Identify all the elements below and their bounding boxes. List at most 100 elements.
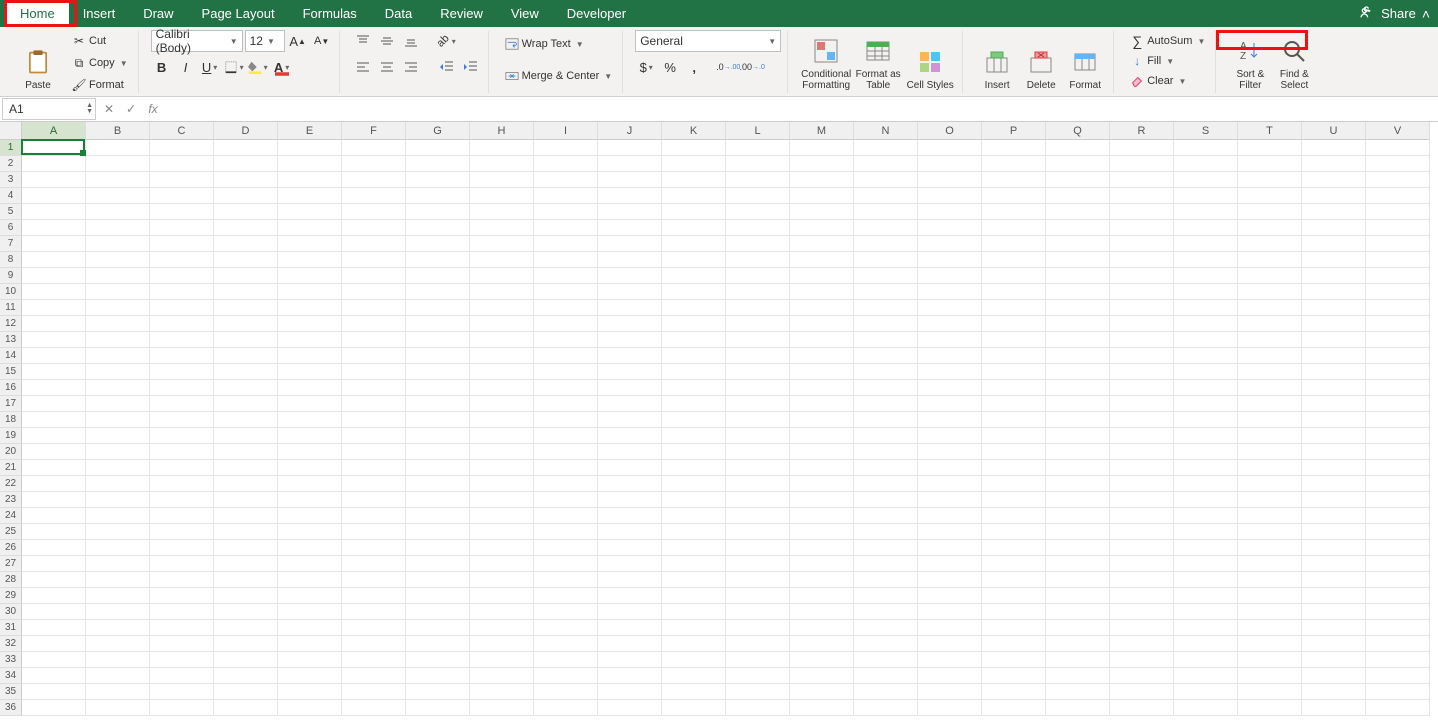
column-header[interactable]: U: [1302, 122, 1366, 140]
cell[interactable]: [214, 348, 278, 364]
cell[interactable]: [662, 364, 726, 380]
cell[interactable]: [1238, 348, 1302, 364]
cell[interactable]: [726, 252, 790, 268]
cell[interactable]: [918, 140, 982, 156]
cell[interactable]: [534, 460, 598, 476]
cell[interactable]: [1366, 172, 1430, 188]
cell[interactable]: [1046, 460, 1110, 476]
cell[interactable]: [1174, 460, 1238, 476]
cell[interactable]: [790, 284, 854, 300]
cell[interactable]: [534, 620, 598, 636]
cell[interactable]: [982, 364, 1046, 380]
cell[interactable]: [86, 252, 150, 268]
cell[interactable]: [214, 476, 278, 492]
cell[interactable]: [662, 268, 726, 284]
cell[interactable]: [534, 204, 598, 220]
cell[interactable]: [534, 444, 598, 460]
cell[interactable]: [534, 140, 598, 156]
percent-button[interactable]: %: [659, 57, 681, 77]
cell[interactable]: [86, 588, 150, 604]
cell[interactable]: [406, 364, 470, 380]
cell[interactable]: [150, 316, 214, 332]
cell[interactable]: [1302, 636, 1366, 652]
cell[interactable]: [278, 396, 342, 412]
cell[interactable]: [534, 380, 598, 396]
cell[interactable]: [278, 460, 342, 476]
cell[interactable]: [534, 540, 598, 556]
cell[interactable]: [1366, 332, 1430, 348]
cell[interactable]: [342, 540, 406, 556]
cell[interactable]: [534, 316, 598, 332]
cell[interactable]: [726, 332, 790, 348]
menu-tab-formulas[interactable]: Formulas: [289, 1, 371, 26]
cell[interactable]: [598, 492, 662, 508]
align-right-button[interactable]: [400, 57, 422, 77]
cell[interactable]: [598, 588, 662, 604]
cell[interactable]: [662, 412, 726, 428]
cell[interactable]: [982, 460, 1046, 476]
cell[interactable]: [1046, 444, 1110, 460]
cell[interactable]: [342, 604, 406, 620]
cell[interactable]: [1302, 172, 1366, 188]
cell[interactable]: [918, 412, 982, 428]
cell[interactable]: [982, 284, 1046, 300]
cell[interactable]: [790, 140, 854, 156]
row-header[interactable]: 29: [0, 588, 22, 604]
cell[interactable]: [1302, 332, 1366, 348]
cell[interactable]: [214, 300, 278, 316]
cell[interactable]: [1174, 380, 1238, 396]
cell[interactable]: [790, 556, 854, 572]
cell[interactable]: [214, 604, 278, 620]
cell[interactable]: [790, 380, 854, 396]
cell[interactable]: [1366, 540, 1430, 556]
row-header[interactable]: 19: [0, 428, 22, 444]
cell[interactable]: [662, 316, 726, 332]
cell[interactable]: [150, 460, 214, 476]
cell[interactable]: [86, 572, 150, 588]
cell[interactable]: [854, 700, 918, 716]
cell[interactable]: [726, 220, 790, 236]
cell[interactable]: [150, 188, 214, 204]
cell[interactable]: [854, 156, 918, 172]
cell[interactable]: [1110, 556, 1174, 572]
cell[interactable]: [918, 188, 982, 204]
fill-color-button[interactable]: ▾: [247, 57, 269, 77]
cell[interactable]: [1238, 700, 1302, 716]
cell[interactable]: [1366, 508, 1430, 524]
cell[interactable]: [854, 476, 918, 492]
cell[interactable]: [918, 300, 982, 316]
cell[interactable]: [598, 380, 662, 396]
cell[interactable]: [1174, 540, 1238, 556]
cell[interactable]: [150, 284, 214, 300]
cell[interactable]: [1302, 652, 1366, 668]
cell[interactable]: [854, 524, 918, 540]
cell[interactable]: [86, 620, 150, 636]
cell[interactable]: [22, 668, 86, 684]
cell[interactable]: [1302, 508, 1366, 524]
cell[interactable]: [854, 668, 918, 684]
cell[interactable]: [1046, 652, 1110, 668]
cell[interactable]: [470, 492, 534, 508]
cell[interactable]: [86, 348, 150, 364]
cell[interactable]: [1174, 172, 1238, 188]
cell[interactable]: [1174, 492, 1238, 508]
cell[interactable]: [150, 668, 214, 684]
format-painter-button[interactable]: 🖌 Format: [68, 75, 132, 95]
cell[interactable]: [598, 140, 662, 156]
cell[interactable]: [1046, 588, 1110, 604]
sort-filter-button[interactable]: AZ Sort & Filter: [1228, 31, 1272, 93]
row-header[interactable]: 33: [0, 652, 22, 668]
cell[interactable]: [278, 700, 342, 716]
cell[interactable]: [854, 620, 918, 636]
cell[interactable]: [150, 364, 214, 380]
cell[interactable]: [22, 188, 86, 204]
cell[interactable]: [598, 460, 662, 476]
cell[interactable]: [854, 508, 918, 524]
cell[interactable]: [342, 588, 406, 604]
increase-font-button[interactable]: A▲: [287, 31, 309, 51]
row-header[interactable]: 34: [0, 668, 22, 684]
cell[interactable]: [214, 652, 278, 668]
cell[interactable]: [342, 300, 406, 316]
cell[interactable]: [918, 524, 982, 540]
cell[interactable]: [342, 396, 406, 412]
